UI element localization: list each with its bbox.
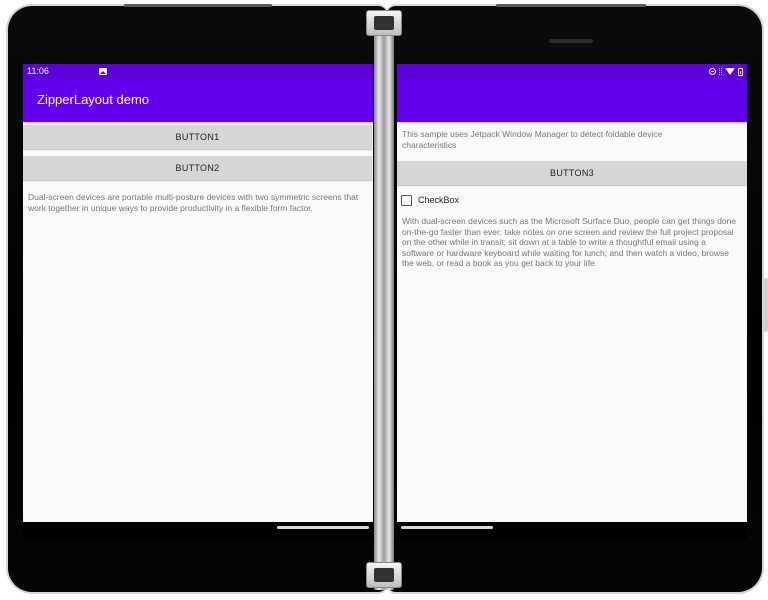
right-top-edge: [496, 4, 646, 7]
status-icons: [709, 64, 743, 79]
side-button: [764, 278, 768, 332]
description-text: Dual-screen devices are portable multi-p…: [28, 192, 359, 213]
checkbox-row[interactable]: CheckBox: [401, 193, 459, 207]
button3[interactable]: BUTTON3: [397, 161, 747, 185]
earpiece-speaker: [549, 39, 593, 43]
button1[interactable]: BUTTON1: [23, 125, 372, 149]
right-screen: This sample uses Jetpack Window Manager …: [397, 64, 747, 522]
status-bar: 11:06: [23, 64, 373, 79]
hinge-top-cap: [366, 10, 402, 36]
battery-icon: [738, 67, 743, 76]
home-gesture-pill[interactable]: [401, 526, 493, 529]
intro-text: This sample uses Jetpack Window Manager …: [402, 129, 663, 150]
status-time: 11:06: [27, 66, 49, 76]
wifi-icon: [725, 68, 735, 75]
do-not-disturb-icon: [709, 68, 716, 75]
checkbox-label[interactable]: CheckBox: [418, 195, 459, 205]
checkbox[interactable]: [401, 194, 412, 206]
hinge-bottom-cap: [366, 562, 402, 588]
vibrate-icon: [719, 68, 722, 75]
button2[interactable]: BUTTON2: [23, 156, 372, 180]
photo-icon: [99, 68, 107, 75]
app-title: ZipperLayout demo: [37, 92, 150, 107]
left-screen: 11:06 ZipperLayout demo BUTTON1 BUTTON2 …: [23, 64, 373, 522]
home-gesture-pill[interactable]: [277, 526, 369, 529]
status-bar: [397, 64, 747, 79]
app-bar: ZipperLayout demo: [23, 79, 373, 122]
left-top-edge: [124, 4, 272, 7]
app-bar-extension: [397, 79, 747, 122]
hinge-icon: [374, 12, 394, 590]
dual-screen-device: 11:06 ZipperLayout demo BUTTON1 BUTTON2 …: [0, 0, 768, 600]
right-navigation-bar: [397, 522, 747, 540]
left-navigation-bar: [23, 522, 373, 540]
description-text: With dual-screen devices such as the Mic…: [402, 216, 737, 268]
